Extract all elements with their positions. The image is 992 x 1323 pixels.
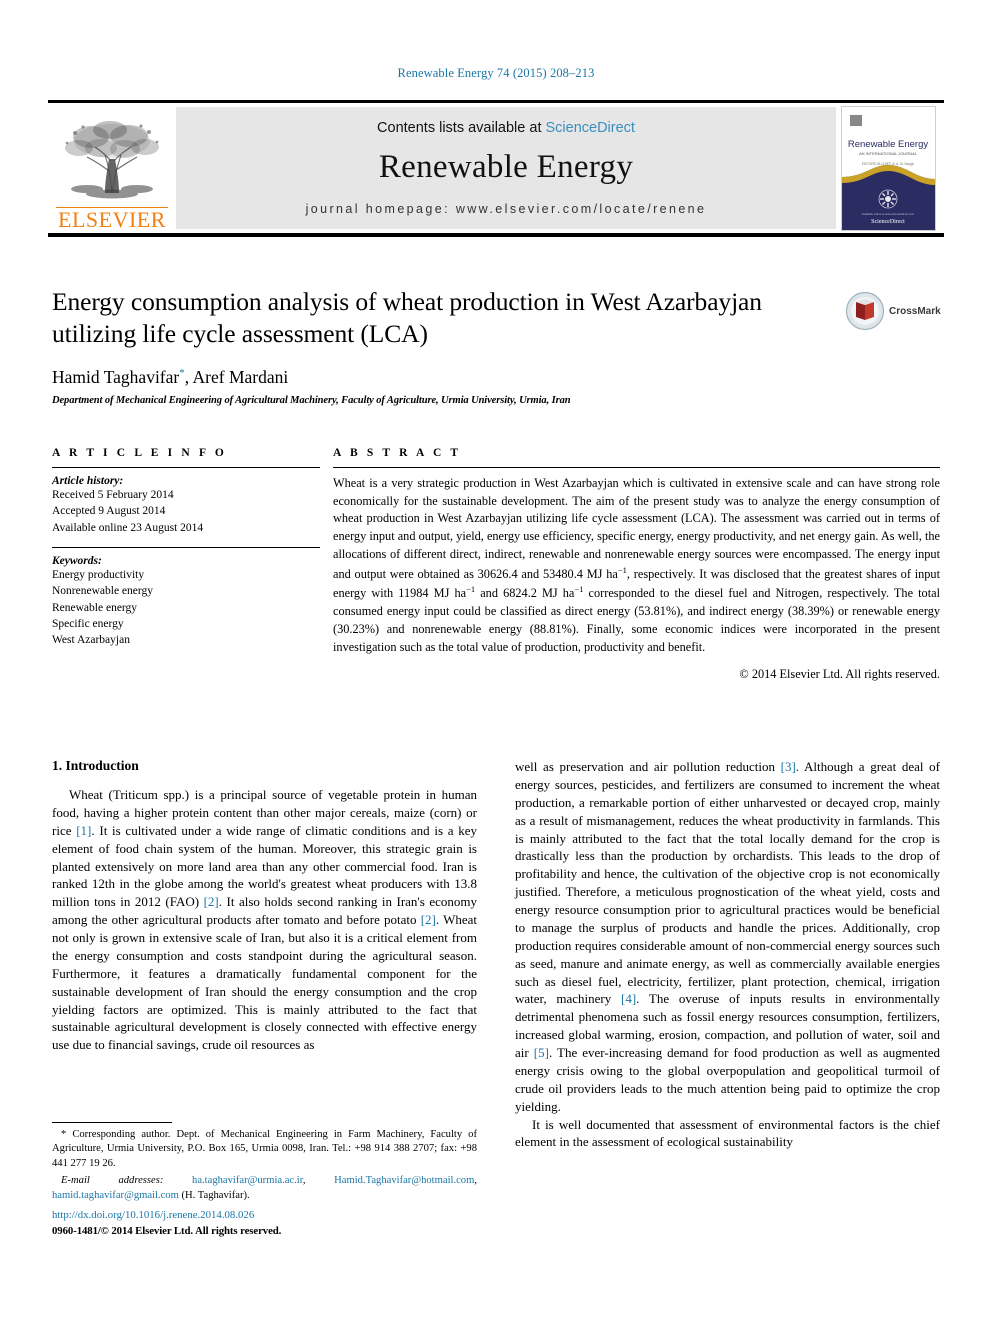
body-left-column: 1. Introduction Wheat (Triticum spp.) is…	[52, 758, 477, 1151]
paragraph-text: . Wheat not only is grown in extensive s…	[52, 912, 477, 1053]
citation-ref[interactable]: [1]	[76, 823, 91, 838]
article-history-label: Article history:	[52, 475, 124, 487]
history-item: Received 5 February 2014	[52, 489, 174, 501]
keyword-item: Specific energy	[52, 617, 124, 630]
paragraph-text: well as preservation and air pollution r…	[515, 759, 781, 774]
history-item: Accepted 9 August 2014	[52, 505, 166, 518]
citation-ref[interactable]: [2]	[421, 912, 436, 927]
elsevier-tree-icon	[65, 121, 159, 199]
body-columns: 1. Introduction Wheat (Triticum spp.) is…	[52, 758, 940, 1151]
journal-cover-art: Renewable Energy AN INTERNATIONAL JOURNA…	[841, 106, 935, 230]
doi-link[interactable]: http://dx.doi.org/10.1016/j.renene.2014.…	[52, 1208, 482, 1224]
abstract-superscript: −1	[466, 584, 476, 595]
affiliation: Department of Mechanical Engineering of …	[52, 394, 571, 406]
keyword-item: Energy productivity	[52, 568, 145, 581]
keyword-item: Nonrenewable energy	[52, 585, 154, 598]
running-head: Renewable Energy 74 (2015) 208–213	[397, 66, 595, 80]
document-footer: http://dx.doi.org/10.1016/j.renene.2014.…	[52, 1208, 482, 1239]
crossmark-icon	[845, 291, 885, 331]
email-label: E-mail addresses:	[61, 1175, 164, 1187]
author-secondary: , Aref Mardani	[184, 366, 289, 387]
keyword-item: Renewable energy	[52, 601, 138, 614]
footnote-text: Corresponding author. Dept. of Mechanica…	[52, 1129, 477, 1169]
intro-paragraph-right: well as preservation and air pollution r…	[515, 758, 940, 1116]
history-item: Available online 23 August 2014	[52, 521, 204, 534]
svg-text:Renewable Energy: Renewable Energy	[847, 139, 928, 150]
journal-homepage-link[interactable]: journal homepage: www.elsevier.com/locat…	[306, 202, 707, 216]
citation-ref[interactable]: [5]	[534, 1045, 549, 1060]
abstract-part: and 6824.2 MJ ha	[475, 586, 575, 601]
abstract-copyright: © 2014 Elsevier Ltd. All rights reserved…	[739, 667, 940, 682]
citation-ref[interactable]: [3]	[781, 759, 796, 774]
divider	[52, 467, 320, 468]
paragraph-text: . The ever-increasing demand for food pr…	[515, 1045, 940, 1114]
article-info-column: A R T I C L E I N F O Article history: R…	[52, 447, 320, 682]
abstract-part: Wheat is a very strategic production in …	[333, 476, 940, 581]
journal-banner: Contents lists available at ScienceDirec…	[176, 107, 836, 229]
article-info-heading: A R T I C L E I N F O	[52, 447, 227, 459]
title-block: Energy consumption analysis of wheat pro…	[52, 286, 842, 406]
journal-cover-thumbnail: Renewable Energy AN INTERNATIONAL JOURNA…	[836, 103, 944, 233]
email-note: E-mail addresses: ha.taghavifar@urmia.ac…	[52, 1175, 477, 1201]
abstract-superscript: −1	[617, 564, 627, 575]
svg-text:ScienceDirect: ScienceDirect	[871, 219, 905, 225]
elsevier-logo: ELSEVIER	[48, 103, 176, 233]
journal-masthead: ELSEVIER Contents lists available at Sci…	[48, 100, 944, 237]
corresponding-author-note: * Corresponding author. Dept. of Mechani…	[52, 1128, 477, 1171]
svg-text:Available online at www.scienc: Available online at www.sciencedirect.co…	[861, 212, 914, 216]
info-abstract-region: A R T I C L E I N F O Article history: R…	[52, 447, 940, 682]
keywords-label: Keywords:	[52, 554, 102, 567]
svg-text:AN INTERNATIONAL JOURNAL: AN INTERNATIONAL JOURNAL	[858, 151, 917, 156]
author-primary: Hamid Taghavifar	[52, 366, 180, 387]
page-title: Energy consumption analysis of wheat pro…	[52, 287, 762, 349]
email-link-3[interactable]: hamid.taghavifar@gmail.com	[52, 1190, 179, 1201]
citation-ref[interactable]: [4]	[621, 991, 636, 1006]
elsevier-wordmark: ELSEVIER	[56, 207, 168, 231]
intro-paragraph-right-2: It is well documented that assessment of…	[515, 1116, 940, 1150]
divider	[333, 467, 940, 468]
sciencedirect-link[interactable]: ScienceDirect	[546, 120, 635, 136]
body-right-column: well as preservation and air pollution r…	[515, 758, 940, 1151]
abstract-heading: A B S T R A C T	[333, 447, 462, 459]
intro-paragraph-left: Wheat (Triticum spp.) is a principal sou…	[52, 786, 477, 1054]
footnote-block: * Corresponding author. Dept. of Mechani…	[52, 1122, 477, 1203]
paragraph-text: . Although a great deal of energy source…	[515, 759, 940, 1007]
abstract-column: A B S T R A C T Wheat is a very strategi…	[333, 447, 940, 682]
crossmark-badge[interactable]: CrossMark	[845, 288, 941, 334]
email-suffix: (H. Taghavifar).	[178, 1189, 250, 1201]
crossmark-label: CrossMark	[889, 305, 941, 317]
contents-prefix: Contents lists available at	[377, 120, 546, 136]
email-link-2[interactable]: Hamid.Taghavifar@hotmail.com	[334, 1175, 474, 1186]
citation-ref[interactable]: [2]	[204, 894, 219, 909]
section-heading-introduction: 1. Introduction	[52, 758, 139, 773]
divider	[52, 1122, 172, 1123]
journal-title: Renewable Energy	[378, 149, 634, 185]
keyword-item: West Azarbayjan	[52, 634, 130, 647]
divider	[52, 546, 320, 548]
contents-line: Contents lists available at ScienceDirec…	[377, 120, 635, 136]
journal-article-page: Renewable Energy 74 (2015) 208–213 ELSEV…	[0, 0, 992, 1323]
abstract-text: Wheat is a very strategic production in …	[333, 475, 940, 656]
author-list: Hamid Taghavifar*, Aref Mardani	[52, 367, 842, 388]
email-link-1[interactable]: ha.taghavifar@urmia.ac.ir	[192, 1175, 303, 1186]
issn-copyright-line: 0960-1481/© 2014 Elsevier Ltd. All right…	[52, 1224, 282, 1237]
